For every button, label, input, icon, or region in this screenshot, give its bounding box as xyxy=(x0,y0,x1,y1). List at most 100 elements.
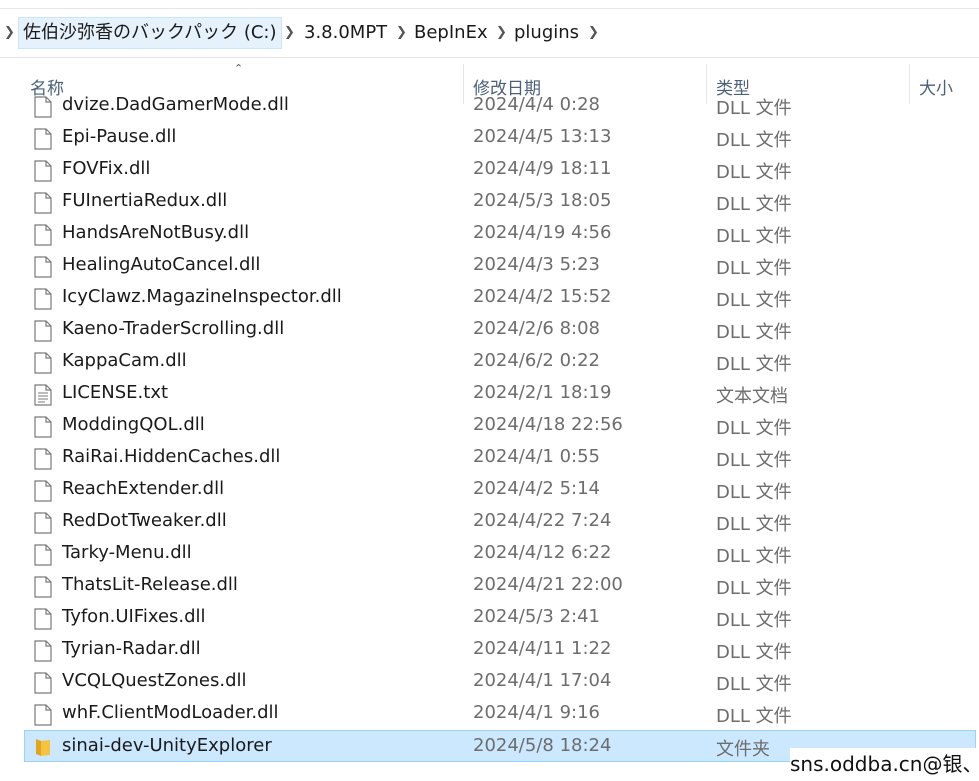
file-name[interactable]: Tyrian-Radar.dll xyxy=(62,638,201,659)
breadcrumb-version[interactable]: 3.8.0MPT xyxy=(300,19,391,47)
file-row[interactable]: IcyClawz.MagazineInspector.dll 2024/4/2 1… xyxy=(24,282,979,314)
file-type: DLL 文件 xyxy=(716,450,792,471)
document-icon xyxy=(34,672,52,698)
file-row[interactable]: Tyfon.UIFixes.dll 2024/5/3 2:41 DLL 文件 xyxy=(24,602,979,634)
file-date: 2024/4/22 7:24 xyxy=(473,510,612,531)
file-row[interactable]: VCQLQuestZones.dll 2024/4/1 17:04 DLL 文件 xyxy=(24,666,979,698)
file-name[interactable]: KappaCam.dll xyxy=(62,350,187,371)
file-type: DLL 文件 xyxy=(716,226,792,247)
file-date: 2024/4/18 22:56 xyxy=(473,414,623,435)
file-date: 2024/4/2 15:52 xyxy=(473,286,612,307)
file-name[interactable]: LICENSE.txt xyxy=(62,382,168,403)
file-name[interactable]: VCQLQuestZones.dll xyxy=(62,670,247,691)
file-type: DLL 文件 xyxy=(716,418,792,439)
file-name[interactable]: dvize.DadGamerMode.dll xyxy=(62,96,289,115)
file-name[interactable]: HealingAutoCancel.dll xyxy=(62,254,260,275)
file-name[interactable]: HandsAreNotBusy.dll xyxy=(62,222,249,243)
document-icon xyxy=(34,224,52,250)
file-row[interactable]: whF.ClientModLoader.dll 2024/4/1 9:16 DLL … xyxy=(24,698,979,730)
file-type: DLL 文件 xyxy=(716,258,792,279)
file-row[interactable]: Tyrian-Radar.dll 2024/4/11 1:22 DLL 文件 xyxy=(24,634,979,666)
document-icon xyxy=(34,512,52,538)
file-name[interactable]: FUInertiaRedux.dll xyxy=(62,190,227,211)
file-name[interactable]: whF.ClientModLoader.dll xyxy=(62,702,279,723)
sort-ascending-icon: ⌃ xyxy=(234,62,244,75)
file-name[interactable]: FOVFix.dll xyxy=(62,158,150,179)
chevron-right-icon[interactable]: ❯ xyxy=(284,25,295,40)
document-icon xyxy=(34,288,52,314)
file-type: DLL 文件 xyxy=(716,98,792,119)
file-row[interactable]: FUInertiaRedux.dll 2024/5/3 18:05 DLL 文件 xyxy=(24,186,979,218)
file-row[interactable]: LICENSE.txt 2024/2/1 18:19 文本文档 xyxy=(24,378,979,410)
file-type: 文本文档 xyxy=(716,386,788,407)
file-date: 2024/2/6 8:08 xyxy=(473,318,600,339)
file-row[interactable]: HealingAutoCancel.dll 2024/4/3 5:23 DLL 文件 xyxy=(24,250,979,282)
file-name[interactable]: sinai-dev-UnityExplorer xyxy=(62,735,272,756)
file-name[interactable]: Tarky-Menu.dll xyxy=(62,542,192,563)
file-row[interactable]: FOVFix.dll 2024/4/9 18:11 DLL 文件 xyxy=(24,154,979,186)
text-document-icon xyxy=(34,384,52,410)
file-type: DLL 文件 xyxy=(716,354,792,375)
file-date: 2024/4/12 6:22 xyxy=(473,542,612,563)
document-icon xyxy=(34,352,52,378)
file-type: 文件夹 xyxy=(716,739,770,760)
file-type: DLL 文件 xyxy=(716,194,792,215)
document-icon xyxy=(34,416,52,442)
file-row[interactable]: ModdingQOL.dll 2024/4/18 22:56 DLL 文件 xyxy=(24,410,979,442)
file-name[interactable]: Tyfon.UIFixes.dll xyxy=(62,606,206,627)
file-row[interactable]: ThatsLit-Release.dll 2024/4/21 22:00 DLL 文… xyxy=(24,570,979,602)
breadcrumb-plugins[interactable]: plugins xyxy=(510,19,583,47)
document-icon xyxy=(34,640,52,666)
file-row[interactable]: RaiRai.HiddenCaches.dll 2024/4/1 0:55 DLL … xyxy=(24,442,979,474)
file-name[interactable]: IcyClawz.MagazineInspector.dll xyxy=(62,286,342,307)
file-type: DLL 文件 xyxy=(716,610,792,631)
file-row[interactable]: dvize.DadGamerMode.dll 2024/4/4 0:28 DLL 文… xyxy=(24,96,979,122)
chevron-right-icon[interactable]: ❯ xyxy=(4,25,15,40)
file-row[interactable]: HandsAreNotBusy.dll 2024/4/19 4:56 DLL 文件 xyxy=(24,218,979,250)
file-type: DLL 文件 xyxy=(716,674,792,695)
file-type: DLL 文件 xyxy=(716,546,792,567)
chevron-right-icon[interactable]: ❯ xyxy=(496,25,507,40)
file-date: 2024/5/3 18:05 xyxy=(473,190,612,211)
breadcrumb-bepinex[interactable]: BepInEx xyxy=(410,19,492,47)
file-name[interactable]: RedDotTweaker.dll xyxy=(62,510,227,531)
document-icon xyxy=(34,608,52,634)
file-row[interactable]: KappaCam.dll 2024/6/2 0:22 DLL 文件 xyxy=(24,346,979,378)
file-row[interactable]: Tarky-Menu.dll 2024/4/12 6:22 DLL 文件 xyxy=(24,538,979,570)
file-list[interactable]: dvize.DadGamerMode.dll 2024/4/4 0:28 DLL 文… xyxy=(0,96,979,781)
file-row[interactable]: ReachExtender.dll 2024/4/2 5:14 DLL 文件 xyxy=(24,474,979,506)
file-date: 2024/4/4 0:28 xyxy=(473,96,600,115)
file-name[interactable]: Epi-Pause.dll xyxy=(62,126,176,147)
file-date: 2024/4/1 9:16 xyxy=(473,702,600,723)
watermark: sns.oddba.cn@银、 xyxy=(790,748,979,777)
file-type: DLL 文件 xyxy=(716,578,792,599)
document-icon xyxy=(34,448,52,474)
file-type: DLL 文件 xyxy=(716,290,792,311)
breadcrumb-drive[interactable]: 佐伯沙弥香のバックパック (C:) xyxy=(18,17,282,49)
file-date: 2024/4/5 13:13 xyxy=(473,126,612,147)
file-date: 2024/4/3 5:23 xyxy=(473,254,600,275)
file-row[interactable]: Epi-Pause.dll 2024/4/5 13:13 DLL 文件 xyxy=(24,122,979,154)
file-type: DLL 文件 xyxy=(716,642,792,663)
file-date: 2024/4/19 4:56 xyxy=(473,222,612,243)
file-name[interactable]: RaiRai.HiddenCaches.dll xyxy=(62,446,280,467)
file-name[interactable]: ModdingQOL.dll xyxy=(62,414,205,435)
file-row[interactable]: RedDotTweaker.dll 2024/4/22 7:24 DLL 文件 xyxy=(24,506,979,538)
file-type: DLL 文件 xyxy=(716,322,792,343)
document-icon xyxy=(34,480,52,506)
document-icon xyxy=(34,128,52,154)
file-name[interactable]: ReachExtender.dll xyxy=(62,478,224,499)
address-bar[interactable]: ❯ 佐伯沙弥香のバックパック (C:) ❯ 3.8.0MPT ❯ BepInEx… xyxy=(0,8,979,58)
file-date: 2024/5/3 2:41 xyxy=(473,606,600,627)
file-date: 2024/4/11 1:22 xyxy=(473,638,612,659)
file-date: 2024/6/2 0:22 xyxy=(473,350,600,371)
file-row[interactable]: Kaeno-TraderScrolling.dll 2024/2/6 8:08 DL… xyxy=(24,314,979,346)
chevron-right-icon[interactable]: ❯ xyxy=(588,25,599,40)
file-name[interactable]: ThatsLit-Release.dll xyxy=(62,574,238,595)
file-date: 2024/4/1 0:55 xyxy=(473,446,600,467)
document-icon xyxy=(34,576,52,602)
file-name[interactable]: Kaeno-TraderScrolling.dll xyxy=(62,318,284,339)
file-type: DLL 文件 xyxy=(716,706,792,727)
document-icon xyxy=(34,704,52,730)
chevron-right-icon[interactable]: ❯ xyxy=(396,25,407,40)
